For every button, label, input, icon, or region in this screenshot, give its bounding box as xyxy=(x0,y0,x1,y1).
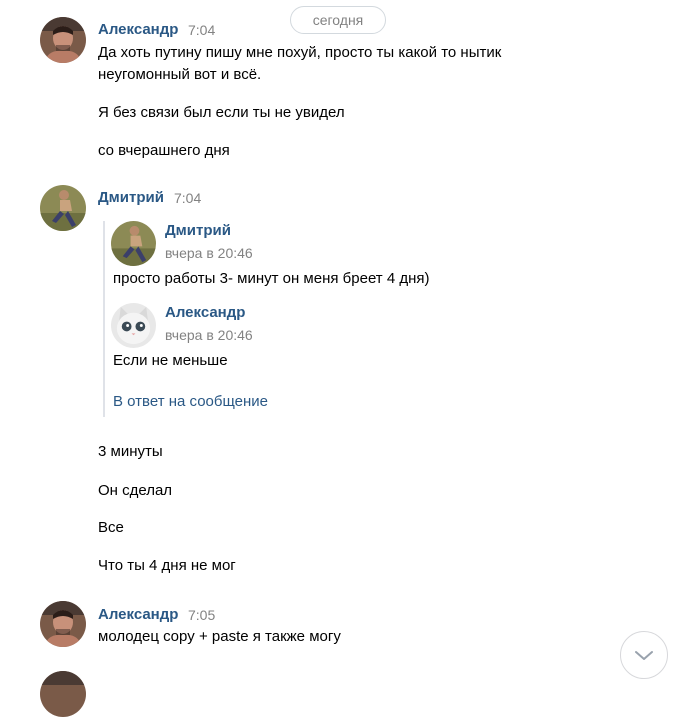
quote-bar xyxy=(103,221,105,417)
message-text: 3 минуты xyxy=(98,443,163,460)
message-time[interactable]: 7:05 xyxy=(188,607,215,623)
user-avatar-man-icon[interactable] xyxy=(40,671,86,717)
user-avatar-man-icon[interactable] xyxy=(40,601,86,647)
user-avatar-cat-icon[interactable] xyxy=(111,303,156,348)
forwarded-time[interactable]: вчера в 20:46 xyxy=(165,245,253,261)
message-time[interactable]: 7:04 xyxy=(188,22,215,38)
chevron-down-icon xyxy=(635,651,653,660)
message-time[interactable]: 7:04 xyxy=(174,190,201,206)
forwarded-author[interactable]: Александр xyxy=(165,304,245,321)
user-avatar-man-icon[interactable] xyxy=(40,17,86,63)
message-text: молодец copy + paste я также могу xyxy=(98,628,341,645)
forwarded-time[interactable]: вчера в 20:46 xyxy=(165,327,253,343)
message-text: Что ты 4 дня не мог xyxy=(98,557,236,574)
message-text: Все xyxy=(98,519,124,536)
message-text: неугомонный вот и всё. xyxy=(98,66,262,83)
reply-to-message-link[interactable]: В ответ на сообщение xyxy=(113,393,268,410)
message-text: Он сделал xyxy=(98,482,173,499)
user-avatar-running-icon[interactable] xyxy=(111,221,156,266)
forwarded-author[interactable]: Дмитрий xyxy=(165,222,231,239)
forwarded-text: просто работы 3- минут он меня бреет 4 д… xyxy=(113,270,430,287)
date-separator: сегодня xyxy=(290,6,386,34)
message-text: со вчерашнего дня xyxy=(98,142,230,159)
message-author[interactable]: Александр xyxy=(98,21,178,38)
scroll-down-button[interactable] xyxy=(620,631,668,679)
forwarded-text: Если не меньше xyxy=(113,352,228,369)
message-text: Да хоть путину пишу мне похуй, просто ты… xyxy=(98,44,502,61)
message-text: Я без связи был если ты не увидел xyxy=(98,104,345,121)
message-author[interactable]: Александр xyxy=(98,606,178,623)
message-author[interactable]: Дмитрий xyxy=(98,189,164,206)
user-avatar-running-icon[interactable] xyxy=(40,185,86,231)
